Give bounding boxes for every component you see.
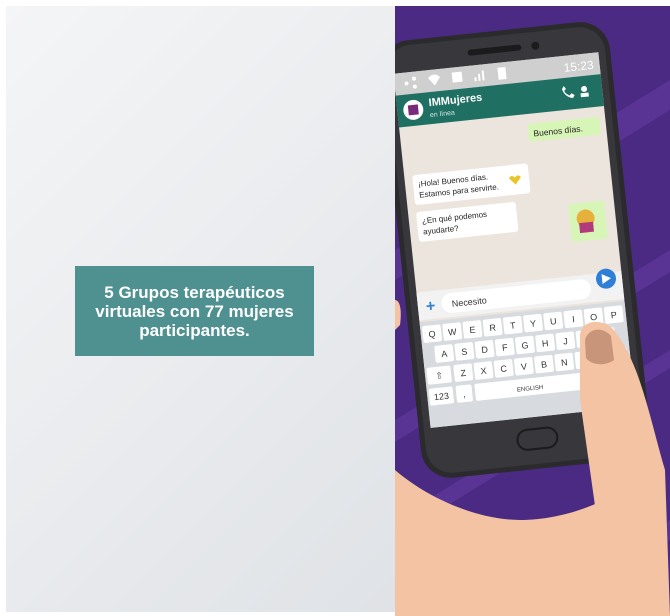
key-g-label: G	[521, 340, 529, 351]
key-x-label: X	[480, 366, 487, 377]
caption-box: 5 Grupos terapéuticos virtuales con 77 m…	[75, 266, 314, 356]
key-s-label: S	[461, 347, 468, 358]
shift-key-label: ⇧	[435, 370, 444, 381]
key-w-label: W	[448, 327, 458, 338]
numbers-key-label: 123	[433, 391, 449, 403]
avatar-logo-icon	[407, 104, 419, 116]
caption-line-1: 5 Grupos terapéuticos	[104, 282, 285, 302]
key-o-label: O	[590, 312, 598, 323]
key-u-label: U	[549, 316, 557, 327]
caption-line-3: participantes.	[139, 320, 250, 340]
caption-line-2: virtuales con 77 mujeres	[95, 301, 294, 321]
attach-plus-icon[interactable]: +	[425, 298, 436, 316]
phone-illustration: 15:23 IMMujeres en línea Buenos días. ¡H…	[395, 6, 670, 616]
key-q-label: Q	[428, 329, 436, 340]
key-h-label: H	[541, 338, 549, 349]
thumbnail	[585, 329, 614, 365]
key-e-label: E	[469, 325, 476, 336]
illustration-panel: 15:23 IMMujeres en línea Buenos días. ¡H…	[395, 6, 670, 616]
key-a-label: A	[441, 349, 448, 360]
key-p-label: P	[610, 310, 617, 321]
key-n-label: N	[561, 357, 569, 368]
key-v-label: V	[520, 361, 527, 372]
key-b-label: B	[541, 359, 548, 370]
key-y-label: Y	[530, 318, 537, 329]
slide: 5 Grupos terapéuticos virtuales con 77 m…	[0, 0, 670, 616]
